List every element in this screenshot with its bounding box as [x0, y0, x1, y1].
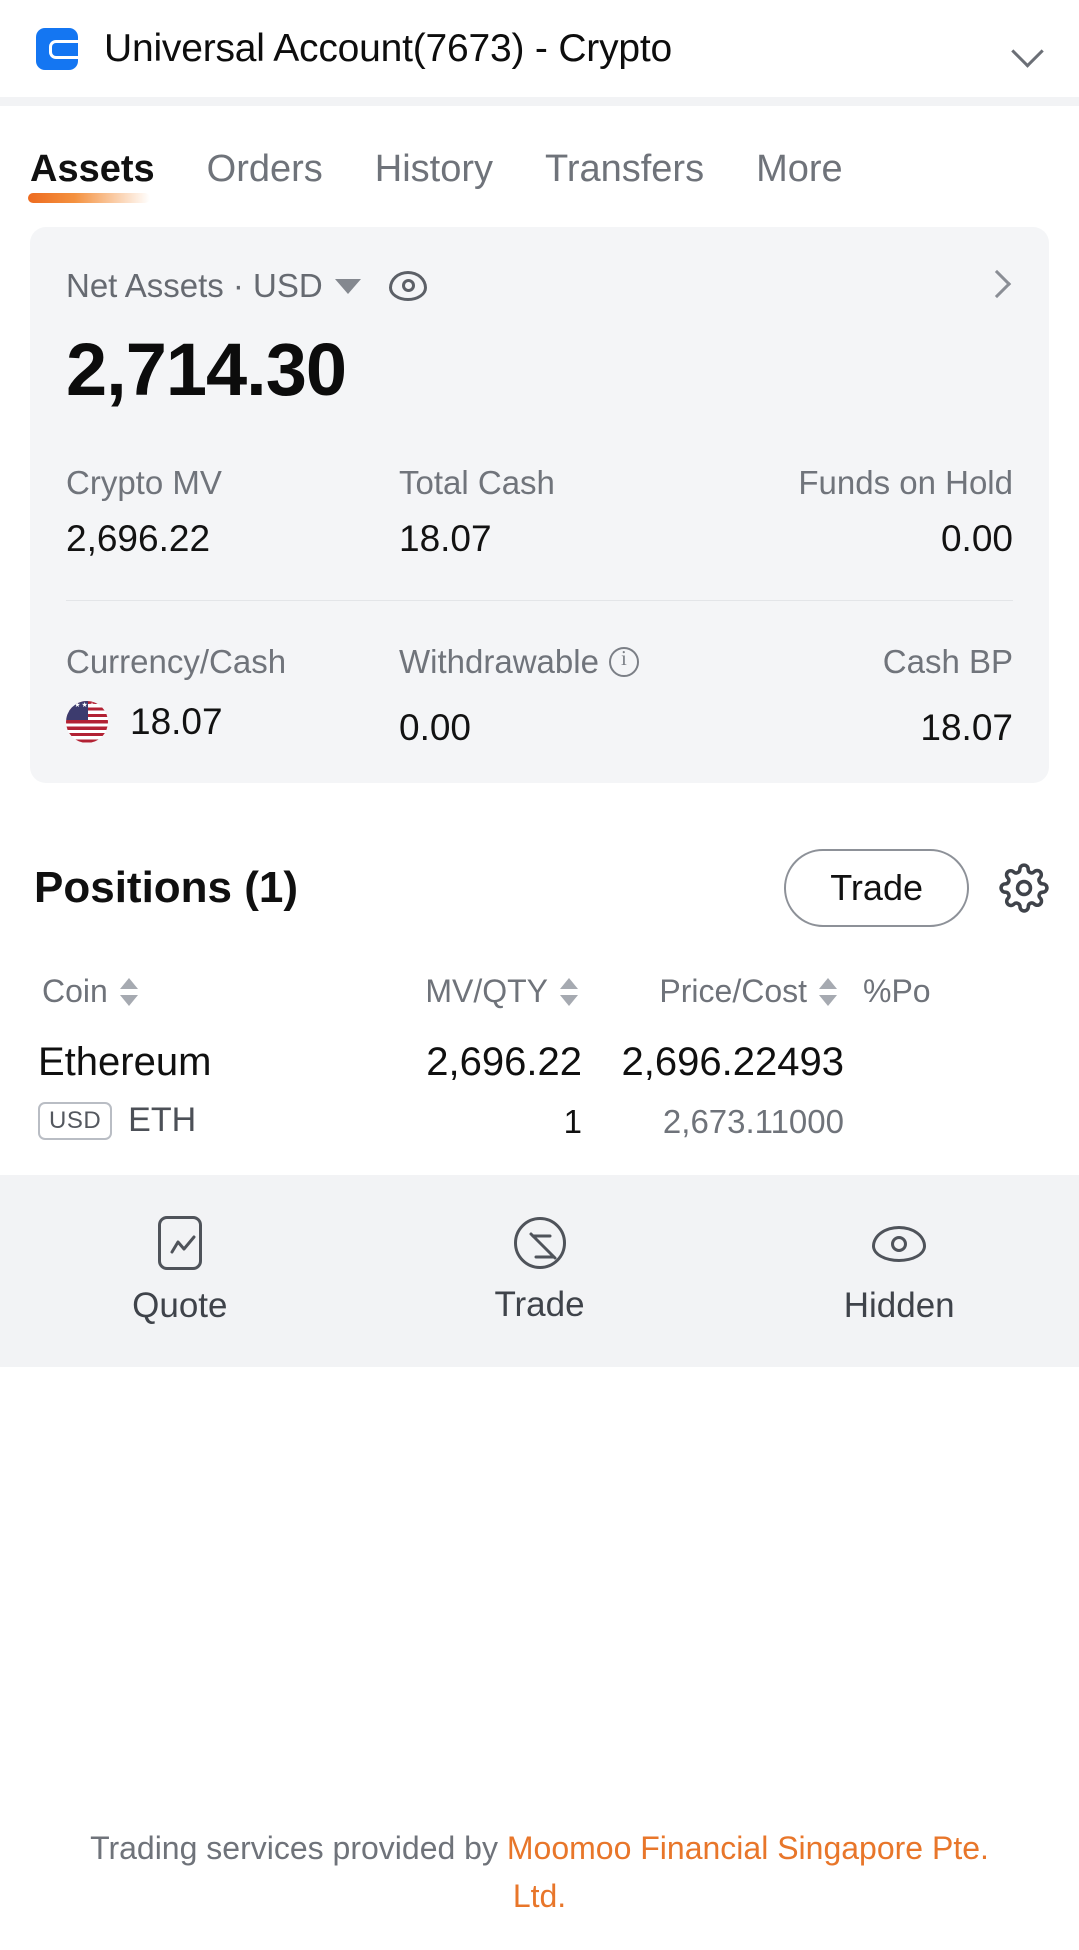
stat-value: 18.07	[399, 518, 492, 559]
cost: 2,673.11000	[662, 1103, 844, 1140]
positions-title: Positions (1)	[34, 863, 299, 912]
market-value: 2,696.22	[426, 1040, 582, 1084]
tab-transfers[interactable]: Transfers	[545, 148, 704, 205]
column-label: Price/Cost	[659, 973, 807, 1009]
card-divider	[66, 600, 1013, 601]
stat-label: Currency/Cash	[66, 643, 287, 680]
app-screen: Universal Account(7673) - Crypto Assets …	[0, 0, 1079, 1950]
eye-icon	[872, 1216, 927, 1270]
position-price-cost: 2,696.22493 2,673.11000	[606, 1040, 844, 1141]
account-title: Universal Account(7673) - Crypto	[104, 26, 673, 70]
footer-prefix: Trading services provided by	[90, 1830, 507, 1866]
stat-label: Funds on Hold	[798, 464, 1013, 501]
stat-funds-on-hold: Funds on Hold 0.00	[706, 464, 1013, 560]
trade-circle-icon	[513, 1217, 566, 1269]
tab-assets[interactable]: Assets	[28, 148, 155, 205]
sort-arrows-icon[interactable]	[560, 975, 582, 1009]
stat-label: Crypto MV	[66, 464, 222, 501]
chevron-down-icon[interactable]	[1011, 32, 1045, 66]
table-row[interactable]: Ethereum USD ETH 2,696.22 1 2,696.22493 …	[0, 1010, 1079, 1141]
stat-label-text: Withdrawable	[399, 643, 599, 680]
action-hidden[interactable]: Hidden	[719, 1216, 1079, 1326]
currency-badge: USD	[38, 1101, 113, 1140]
chevron-right-icon[interactable]	[985, 271, 1011, 297]
net-assets-value: 2,714.30	[66, 328, 347, 411]
info-icon[interactable]	[608, 646, 639, 677]
stat-value: 18.07	[130, 701, 223, 742]
stat-label: Withdrawable	[399, 643, 706, 681]
wallet-icon	[36, 27, 78, 70]
trade-button[interactable]: Trade	[784, 849, 969, 927]
coin-ticker: ETH	[128, 1101, 197, 1139]
action-trade[interactable]: Trade	[360, 1217, 720, 1325]
stat-value: 2,696.22	[66, 518, 211, 559]
column-label: Coin	[42, 973, 108, 1009]
quantity: 1	[563, 1103, 582, 1140]
eye-icon[interactable]	[388, 267, 427, 305]
footer-brand-link[interactable]: Moomoo Financial Singapore Pte. Ltd.	[507, 1830, 989, 1914]
stat-value: 18.07	[920, 707, 1013, 748]
net-assets-header: Net Assets · USD	[66, 267, 1013, 305]
stat-value: 0.00	[399, 707, 472, 748]
column-label: MV/QTY	[425, 973, 548, 1009]
stat-withdrawable: Withdrawable 0.00	[373, 643, 706, 749]
sort-arrows-icon[interactable]	[819, 975, 841, 1009]
sort-arrows-icon[interactable]	[119, 975, 142, 1009]
tab-more[interactable]: More	[756, 148, 843, 205]
positions-header: Positions (1) Trade	[0, 783, 1079, 927]
price: 2,696.22493	[621, 1040, 844, 1084]
net-assets-card: Net Assets · USD 2,714.30 Crypto MV 2,69…	[30, 227, 1049, 783]
stat-value: 0.00	[940, 518, 1013, 559]
footer-disclaimer: Trading services provided by Moomoo Fina…	[0, 1824, 1079, 1920]
stat-cash-bp: Cash BP 18.07	[706, 643, 1013, 749]
column-header-mv-qty[interactable]: MV/QTY	[382, 973, 582, 1010]
currency-value-line: 18.07	[66, 701, 373, 743]
coin-name: Ethereum	[38, 1040, 212, 1084]
stat-label: Total Cash	[399, 464, 555, 501]
action-quote[interactable]: Quote	[0, 1216, 360, 1326]
tab-history[interactable]: History	[375, 148, 493, 205]
action-label: Trade	[494, 1285, 585, 1324]
gear-icon[interactable]	[999, 863, 1049, 913]
triangle-down-icon[interactable]	[334, 278, 361, 294]
position-action-bar: Quote Trade Hidden	[0, 1175, 1079, 1367]
coin-subline: USD ETH	[38, 1101, 382, 1140]
column-header-pct-position[interactable]: %Po	[863, 973, 931, 1010]
stat-label: Cash BP	[882, 643, 1013, 680]
header-divider	[0, 97, 1079, 106]
us-flag-icon	[66, 701, 108, 743]
quote-chart-icon	[157, 1216, 202, 1270]
position-mv-qty: 2,696.22 1	[382, 1040, 582, 1141]
stat-total-cash: Total Cash 18.07	[373, 464, 706, 560]
column-label: %Po	[863, 973, 931, 1009]
column-header-price-cost[interactable]: Price/Cost	[606, 973, 841, 1010]
tab-orders[interactable]: Orders	[207, 148, 323, 205]
stat-currency-cash: Currency/Cash 18.07	[66, 643, 373, 749]
action-label: Quote	[132, 1286, 228, 1325]
action-label: Hidden	[843, 1286, 955, 1325]
position-identity: Ethereum USD ETH	[38, 1040, 382, 1141]
primary-stats-row: Crypto MV 2,696.22 Total Cash 18.07 Fund…	[66, 464, 1013, 560]
tab-bar: Assets Orders History Transfers More	[0, 106, 1079, 205]
net-assets-label[interactable]: Net Assets · USD	[66, 267, 323, 305]
positions-table-header: Coin MV/QTY Price/Cost %Po	[0, 927, 1079, 1010]
secondary-stats-row: Currency/Cash 18.07 Withdrawable 0.00 Ca…	[66, 643, 1013, 749]
account-header[interactable]: Universal Account(7673) - Crypto	[0, 0, 1079, 97]
column-header-coin[interactable]: Coin	[42, 973, 382, 1010]
stat-crypto-mv: Crypto MV 2,696.22	[66, 464, 373, 560]
